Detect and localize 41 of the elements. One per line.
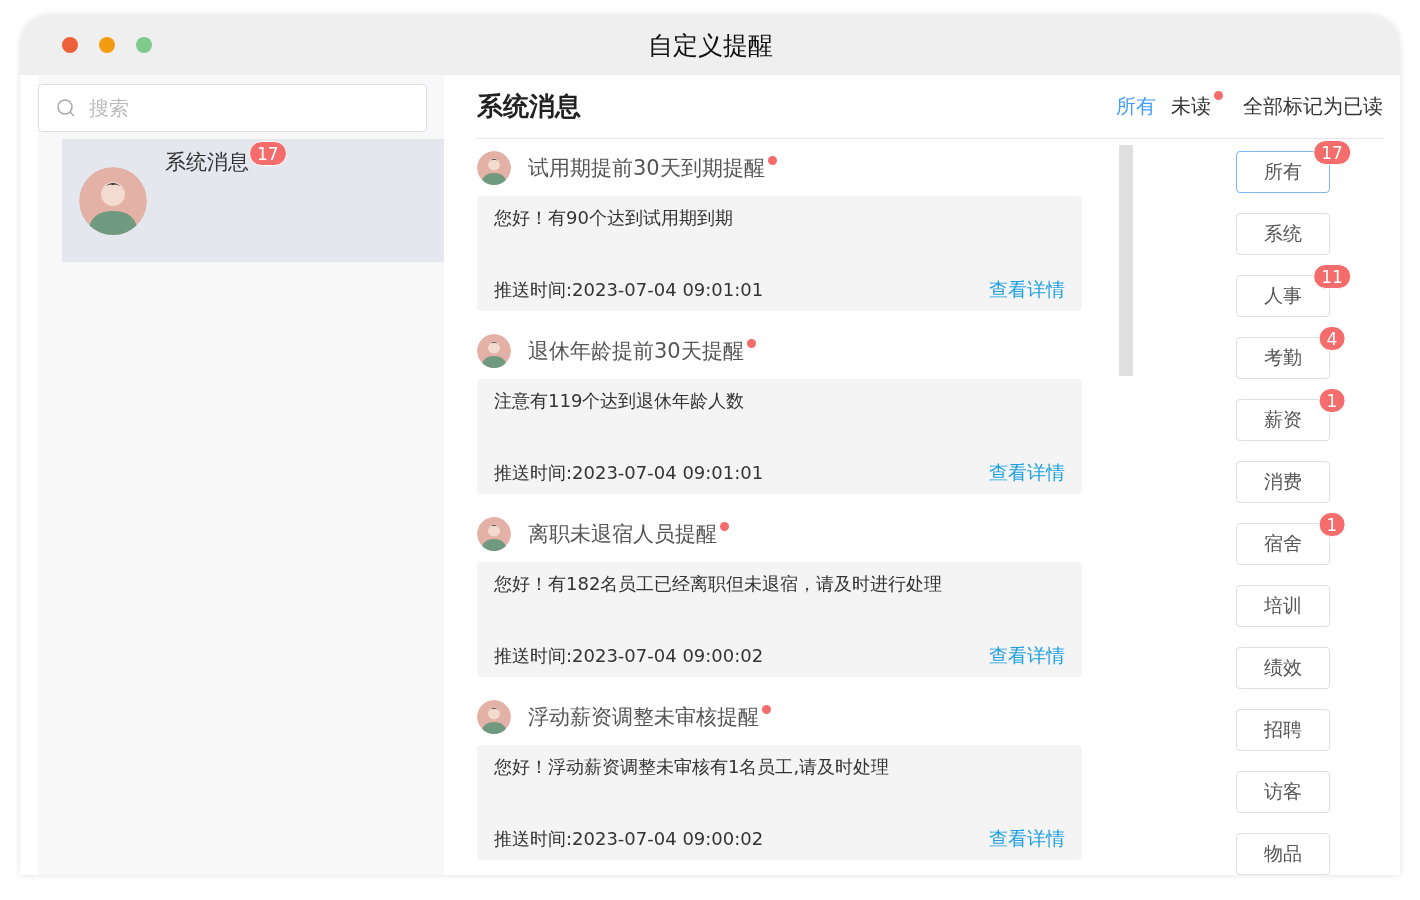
category-button[interactable]: 招聘 xyxy=(1236,709,1330,751)
avatar-icon xyxy=(477,699,511,734)
close-button[interactable] xyxy=(62,37,78,53)
count-badge: 17 xyxy=(1313,140,1351,165)
window-title: 自定义提醒 xyxy=(647,29,773,62)
scrollbar-thumb[interactable] xyxy=(1119,145,1133,376)
minimize-button[interactable] xyxy=(99,37,115,53)
category-button[interactable]: 物品 xyxy=(1236,833,1330,875)
mark-all-read-button[interactable]: 全部标记为已读 xyxy=(1243,93,1383,120)
count-badge: 4 xyxy=(1318,326,1346,351)
message-title: 浮动薪资调整未审核提醒 xyxy=(528,702,759,731)
message-text: 您好！浮动薪资调整未审核有1名员工,请及时处理 xyxy=(494,755,891,779)
count-badge: 1 xyxy=(1318,512,1346,537)
maximize-button[interactable] xyxy=(136,37,152,53)
message-title: 离职未退宿人员提醒 xyxy=(528,519,717,548)
category-button[interactable]: 培训 xyxy=(1236,585,1330,627)
avatar-icon xyxy=(477,516,511,551)
message-text: 注意有119个达到退休年龄人数 xyxy=(494,389,746,413)
avatar-icon xyxy=(477,333,511,368)
push-time: 推送时间:2023-07-04 09:00:02 xyxy=(494,644,764,668)
conversation-item[interactable]: 系统消息 17 xyxy=(62,139,444,262)
search-field[interactable]: 搜索 xyxy=(38,84,427,132)
push-time: 推送时间:2023-07-04 09:00:02 xyxy=(494,827,764,851)
category-button[interactable]: 绩效 xyxy=(1236,647,1330,689)
conversation-name: 系统消息 xyxy=(165,149,249,176)
category-button[interactable]: 系统 xyxy=(1236,213,1330,255)
message-text: 您好！有182名员工已经离职但未退宿，请及时进行处理 xyxy=(494,572,944,596)
avatar-icon xyxy=(79,167,147,235)
unread-badge: 17 xyxy=(249,141,287,166)
message-title: 试用期提前30天到期提醒 xyxy=(528,153,765,182)
category-button[interactable]: 访客 xyxy=(1236,771,1330,813)
message-title: 退休年龄提前30天提醒 xyxy=(528,336,744,365)
category-button[interactable]: 消费 xyxy=(1236,461,1330,503)
filter-tab[interactable]: 未读 xyxy=(1171,93,1211,120)
count-badge: 1 xyxy=(1318,388,1346,413)
message-text: 您好！有90个达到试用期到期 xyxy=(494,206,734,230)
push-time: 推送时间:2023-07-04 09:01:01 xyxy=(494,461,764,485)
push-time: 推送时间:2023-07-04 09:01:01 xyxy=(494,278,764,302)
avatar-icon xyxy=(477,150,511,185)
count-badge: 11 xyxy=(1313,264,1351,289)
panel-title: 系统消息 xyxy=(477,90,582,123)
